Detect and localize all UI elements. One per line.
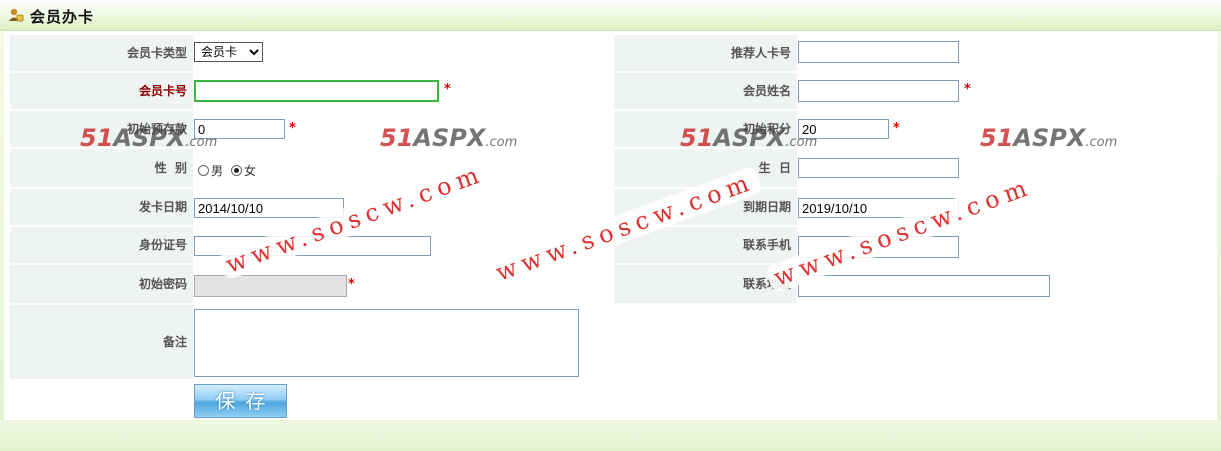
label-address: 联系地址	[614, 265, 797, 303]
title-bar: 会员办卡	[0, 0, 1221, 31]
label-expire-date: 到期日期	[614, 189, 797, 225]
phone-input[interactable]	[798, 236, 959, 258]
radio-selected-dot	[234, 168, 240, 173]
required-mark: *	[964, 82, 971, 97]
label-issue-date: 发卡日期	[10, 189, 193, 225]
required-mark: *	[893, 121, 900, 136]
gender-radio-group: 男 女	[198, 162, 264, 179]
referrer-input[interactable]	[798, 41, 959, 63]
expire-date-input[interactable]	[798, 198, 959, 218]
watermark-logo: 51ASPX.com	[380, 124, 518, 152]
footer-bar	[0, 421, 1221, 451]
label-phone: 联系手机	[614, 227, 797, 263]
member-name-input[interactable]	[798, 80, 959, 102]
label-memo: 备注	[10, 305, 193, 379]
required-mark: *	[348, 277, 355, 292]
label-gender: 性 别	[10, 149, 193, 187]
address-input[interactable]	[798, 275, 1050, 297]
required-mark: *	[444, 82, 451, 97]
gender-female-radio[interactable]	[231, 165, 243, 176]
label-referrer: 推荐人卡号	[614, 35, 797, 71]
label-id-no: 身份证号	[10, 227, 193, 263]
memo-textarea[interactable]	[194, 309, 579, 377]
card-no-input[interactable]	[194, 80, 439, 102]
form-area: 会员卡类型 会员卡 会员卡号 * 初始预存款 * 性 别 男 女 发卡日期 身份…	[4, 31, 1217, 420]
deposit-input[interactable]	[194, 119, 285, 139]
card-type-select[interactable]: 会员卡	[194, 42, 263, 62]
label-deposit: 初始预存款	[10, 111, 193, 147]
label-password: 初始密码	[10, 265, 193, 303]
gender-male-label: 男	[211, 164, 224, 178]
page-title: 会员办卡	[30, 8, 95, 26]
birthday-input[interactable]	[798, 158, 959, 178]
id-no-input[interactable]	[194, 236, 431, 256]
required-mark: *	[289, 121, 296, 136]
password-input[interactable]	[194, 275, 347, 297]
member-card-icon	[9, 8, 24, 22]
issue-date-input[interactable]	[194, 198, 344, 218]
gender-female-label: 女	[244, 164, 257, 178]
label-points: 初始积分	[614, 111, 797, 147]
gender-male-radio[interactable]	[198, 165, 209, 176]
label-card-type: 会员卡类型	[10, 35, 193, 71]
label-name: 会员姓名	[614, 73, 797, 109]
save-button[interactable]: 保存	[194, 384, 287, 418]
label-birthday: 生 日	[614, 149, 797, 187]
watermark-logo: 51ASPX.com	[980, 124, 1118, 152]
points-input[interactable]	[798, 119, 889, 139]
label-card-no: 会员卡号	[10, 73, 193, 109]
